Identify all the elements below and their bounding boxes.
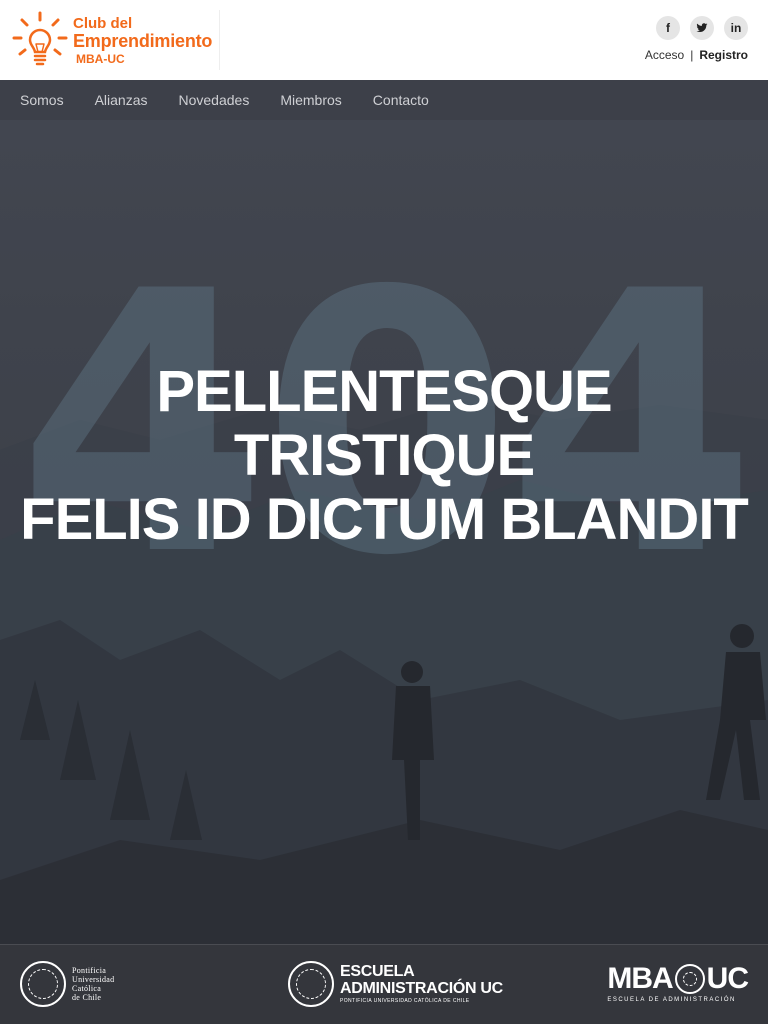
hero-headline: PELLENTESQUE TRISTIQUE FELIS ID DICTUM B… [0, 360, 768, 552]
mba-logo-row: MBA UC [607, 962, 749, 995]
escuela-line3: PONTIFICIA UNIVERSIDAD CATÓLICA DE CHILE [340, 998, 470, 1004]
puc-logo-text: Pontificia Universidad Católica de Chile [72, 966, 114, 1002]
site-header: Club del Emprendimiento MBA-UC f in Acce… [0, 0, 768, 80]
lightbulb-icon [12, 11, 68, 66]
hero-headline-line2: FELIS ID DICTUM BLANDIT [20, 487, 749, 552]
register-link[interactable]: Registro [699, 48, 748, 62]
hero-section: 404 PELLENTESQUE TRISTIQUE FELIS ID DICT… [0, 120, 768, 944]
club-logo[interactable]: Club del Emprendimiento MBA-UC [10, 10, 212, 70]
escuela-line2: ADMINISTRACIÓN UC [340, 980, 503, 997]
logo-text: Club del Emprendimiento MBA-UC [73, 16, 212, 65]
mba-uc-logo[interactable]: MBA UC ESCUELA DE ADMINISTRACIÓN [607, 962, 749, 1004]
puc-line3: Católica [72, 984, 102, 993]
nav-item-contacto[interactable]: Contacto [373, 92, 429, 108]
puc-line2: Universidad [72, 975, 115, 984]
escuela-line1: ESCUELA [340, 963, 415, 980]
nav-item-alianzas[interactable]: Alianzas [95, 92, 148, 108]
mba-seal-icon [674, 964, 705, 994]
logo-line-mba-uc: MBA-UC [76, 51, 125, 66]
social-links: f in [656, 16, 748, 40]
header-divider [219, 10, 220, 70]
facebook-icon[interactable]: f [656, 16, 680, 40]
mba-logo-right: UC [706, 962, 749, 995]
mba-logo-subtitle: ESCUELA DE ADMINISTRACIÓN [607, 997, 736, 1003]
auth-links: Acceso | Registro [645, 48, 748, 62]
login-link[interactable]: Acceso [645, 48, 684, 62]
auth-separator: | [690, 48, 694, 62]
site-footer: Pontificia Universidad Católica de Chile… [0, 944, 768, 1024]
linkedin-icon[interactable]: in [724, 16, 748, 40]
logo-line-club: Club del [73, 14, 133, 32]
nav-item-novedades[interactable]: Novedades [179, 92, 250, 108]
hero-headline-line1: PELLENTESQUE TRISTIQUE [156, 359, 612, 488]
puc-line4: de Chile [72, 993, 102, 1002]
escuela-logo[interactable]: ESCUELA ADMINISTRACIÓN UC PONTIFICIA UNI… [288, 961, 503, 1007]
university-seal-icon [20, 961, 66, 1007]
mba-logo-left: MBA [607, 962, 673, 995]
logo-line-emprendimiento: Emprendimiento [73, 30, 213, 51]
nav-item-somos[interactable]: Somos [20, 92, 64, 108]
escuela-seal-icon [288, 961, 334, 1007]
puc-logo[interactable]: Pontificia Universidad Católica de Chile [20, 961, 114, 1007]
twitter-icon[interactable] [690, 16, 714, 40]
escuela-logo-text: ESCUELA ADMINISTRACIÓN UC PONTIFICIA UNI… [340, 963, 503, 1005]
main-nav: Somos Alianzas Novedades Miembros Contac… [0, 80, 768, 120]
nav-item-miembros[interactable]: Miembros [280, 92, 341, 108]
puc-line1: Pontificia [72, 966, 107, 975]
